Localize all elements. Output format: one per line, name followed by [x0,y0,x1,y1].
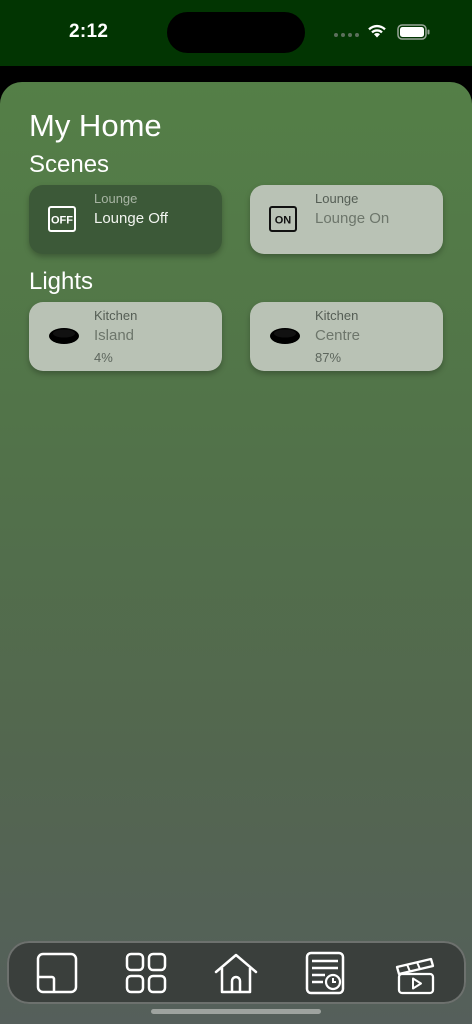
status-time: 2:12 [69,21,109,42]
lights-heading: Lights [29,268,94,295]
light-card-kitchen-centre[interactable]: Kitchen Centre 87% [250,302,443,371]
light-room-label: Kitchen [94,308,138,323]
scene-clapper-icon [395,957,435,995]
dynamic-island [167,12,305,53]
grid-icon [125,952,167,994]
page-title: My Home [29,108,162,143]
scene-on-icon: ON [269,206,297,232]
light-card-kitchen-island[interactable]: Kitchen Island 4% [29,302,222,371]
svg-text:OFF: OFF [51,215,73,227]
scene-off-icon: OFF [48,206,76,232]
status-bar: 2:12 [0,0,472,66]
scenes-heading: Scenes [29,151,110,178]
tab-home[interactable] [212,949,260,997]
schedule-icon [305,951,345,995]
scene-card-lounge-on[interactable]: ON Lounge Lounge On [250,185,443,254]
tab-schedule[interactable] [301,949,349,997]
scene-card-lounge-off[interactable]: OFF Lounge Lounge Off [29,185,222,254]
home-icon [214,953,258,994]
light-name-label: Centre [315,327,361,344]
wifi-icon [368,24,386,38]
scene-room-label: Lounge [315,191,359,206]
scene-room-label: Lounge [94,191,138,206]
light-name-label: Island [94,327,135,344]
floorplan-icon [36,952,78,994]
battery-icon [397,24,430,40]
scene-name-label: Lounge On [315,210,390,227]
signal-dots-icon [334,33,359,37]
svg-text:ON: ON [275,215,292,227]
downlight-icon [270,328,300,344]
light-level-label: 4% [94,350,113,365]
tab-floorplan[interactable] [33,949,81,997]
tab-bar [7,941,466,1004]
light-room-label: Kitchen [315,308,359,323]
home-indicator [151,1009,321,1014]
tab-scenes[interactable] [391,949,439,997]
downlight-icon [49,328,79,344]
scene-name-label: Lounge Off [94,210,168,227]
tab-grid[interactable] [122,949,170,997]
light-level-label: 87% [315,350,342,365]
